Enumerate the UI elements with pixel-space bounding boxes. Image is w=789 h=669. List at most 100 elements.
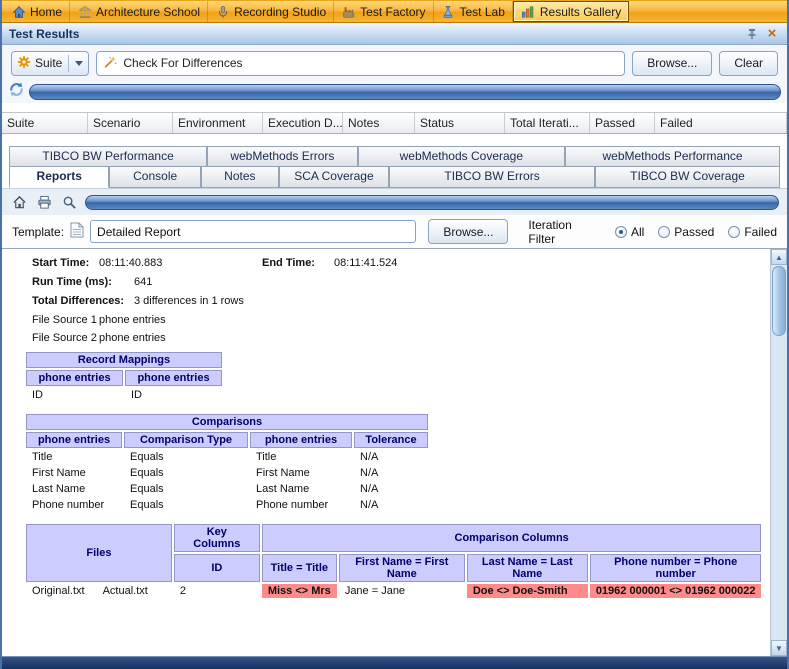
column-header-passed[interactable]: Passed xyxy=(590,113,655,133)
browse-button[interactable]: Browse... xyxy=(632,50,713,76)
run-time-value: 641 xyxy=(134,276,153,288)
column-header-scenario[interactable]: Scenario xyxy=(88,113,173,133)
search-icon[interactable] xyxy=(60,193,78,211)
start-time-label: Start Time: xyxy=(32,257,90,269)
scroll-down-button[interactable]: ▼ xyxy=(771,640,787,656)
comparison-cell: N/A xyxy=(360,451,379,463)
vertical-scrollbar[interactable]: ▲ ▼ xyxy=(770,249,787,656)
column-header-status[interactable]: Status xyxy=(415,113,505,133)
files-table: Files Key Columns Comparison Columns ID … xyxy=(24,522,763,600)
column-header-execution-date[interactable]: Execution D... xyxy=(263,113,343,133)
comparisons-title: Comparisons xyxy=(26,414,428,430)
column-header-notes[interactable]: Notes xyxy=(343,113,415,133)
scrollbar-thumb[interactable] xyxy=(772,266,786,336)
total-differences-label: Total Differences: xyxy=(32,295,125,307)
end-time-value: 08:11:41.524 xyxy=(334,257,398,269)
equal-cell-first-name: Jane = Jane xyxy=(344,585,406,597)
panel-title: Test Results xyxy=(9,26,80,41)
comparison-cell: First Name xyxy=(256,467,310,479)
comparison-sub-header: First Name = First Name xyxy=(338,554,465,582)
comparison-cell: Equals xyxy=(130,499,164,511)
comparison-cell: Equals xyxy=(130,451,164,463)
scroll-up-button[interactable]: ▲ xyxy=(771,249,787,265)
diff-cell-last-name: Doe <> Doe-Smith xyxy=(466,584,588,598)
tab-console[interactable]: Console xyxy=(109,166,201,188)
comparison-cell: N/A xyxy=(360,467,379,479)
pin-icon[interactable] xyxy=(744,26,760,42)
comparisons-table: Comparisons phone entries Comparison Typ… xyxy=(24,412,430,514)
radio-all-label: All xyxy=(630,224,645,239)
tab-webmethods-coverage[interactable]: webMethods Coverage xyxy=(357,146,566,166)
run-time-row: Run Time (ms): 641 xyxy=(32,276,770,288)
comparison-columns-header: Comparison Columns xyxy=(261,524,762,552)
tab-tibco-bw-coverage[interactable]: TIBCO BW Coverage xyxy=(594,166,780,188)
button-divider xyxy=(68,54,70,72)
nav-test-factory[interactable]: Test Factory xyxy=(334,1,434,22)
key-columns-header: Key Columns xyxy=(173,524,260,552)
file-1-name: Original.txt xyxy=(32,585,85,597)
run-time-label: Run Time (ms): xyxy=(32,276,112,288)
file-source-2-value: phone entries xyxy=(99,332,166,344)
radio-failed[interactable]: Failed xyxy=(728,225,777,239)
radio-passed-icon xyxy=(658,225,671,238)
comparison-cell: Last Name xyxy=(32,483,86,495)
radio-passed[interactable]: Passed xyxy=(658,225,714,239)
column-header-environment[interactable]: Environment xyxy=(173,113,263,133)
file-2-name: Actual.txt xyxy=(102,585,148,597)
results-grid-header: Suite Scenario Environment Execution D..… xyxy=(2,112,787,134)
tab-tibco-bw-errors[interactable]: TIBCO BW Errors xyxy=(389,166,595,188)
report-panel: Start Time: 08:11:40.883 End Time: 08:11… xyxy=(2,248,787,656)
print-icon[interactable] xyxy=(35,193,53,211)
total-differences-value: 3 differences in 1 rows xyxy=(134,295,244,307)
comparison-cell: Title xyxy=(32,451,53,463)
column-header-failed[interactable]: Failed xyxy=(655,113,787,133)
radio-failed-icon xyxy=(728,225,741,238)
comparison-cell: First Name xyxy=(32,467,86,479)
report-home-icon[interactable] xyxy=(10,193,28,211)
tab-notes[interactable]: Notes xyxy=(200,166,279,188)
tab-reports[interactable]: Reports xyxy=(9,166,110,188)
comparison-cell: Equals xyxy=(130,483,164,495)
nav-recording-studio[interactable]: Recording Studio xyxy=(208,1,335,22)
column-header-suite[interactable]: Suite xyxy=(2,113,88,133)
template-label: Template: xyxy=(12,224,65,239)
column-header-total-iterations[interactable]: Total Iterati... xyxy=(505,113,590,133)
document-icon[interactable] xyxy=(70,222,84,241)
file-source-2-label: File Source 2 xyxy=(32,332,97,344)
home-icon xyxy=(11,4,26,19)
template-bar: Template: Browse... Iteration Filter All… xyxy=(2,215,787,248)
record-mappings-table: Record Mappings phone entries phone entr… xyxy=(24,350,224,404)
nav-results-gallery[interactable]: Results Gallery xyxy=(512,1,630,22)
tab-sca-coverage[interactable]: SCA Coverage xyxy=(278,166,390,188)
close-icon[interactable]: × xyxy=(764,26,780,42)
magic-wand-icon xyxy=(103,55,117,72)
suite-toolbar: Suite Check For Differences Browse... Cl… xyxy=(2,45,787,81)
chevron-down-icon[interactable] xyxy=(75,60,84,66)
comparisons-header-source1: phone entries xyxy=(26,432,122,448)
tab-row-1: TIBCO BW Performance webMethods Errors w… xyxy=(9,146,780,166)
nav-home[interactable]: Home xyxy=(4,1,71,22)
tab-webmethods-performance[interactable]: webMethods Performance xyxy=(565,146,780,166)
nav-results-gallery-label: Results Gallery xyxy=(539,4,622,19)
files-cell: Original.txt Actual.txt xyxy=(26,584,172,598)
diff-cell-title: Miss <> Mrs xyxy=(261,584,337,598)
refresh-bar xyxy=(2,81,787,103)
comparisons-row: Phone number Equals Phone number N/A xyxy=(26,498,428,512)
tab-webmethods-errors[interactable]: webMethods Errors xyxy=(207,146,358,166)
comparison-cell: Title xyxy=(256,451,277,463)
suite-search-field[interactable]: Check For Differences xyxy=(96,50,626,76)
radio-all[interactable]: All xyxy=(614,224,645,239)
comparison-cell: N/A xyxy=(360,483,379,495)
refresh-icon[interactable] xyxy=(8,81,25,103)
template-input[interactable] xyxy=(90,220,417,243)
suite-button[interactable]: Suite xyxy=(11,50,90,76)
nav-test-lab[interactable]: Test Lab xyxy=(434,1,513,22)
nav-architecture-school[interactable]: Architecture School xyxy=(70,1,209,22)
total-differences-row: Total Differences: 3 differences in 1 ro… xyxy=(32,295,770,307)
difference-row: Original.txt Actual.txt 2 Miss <> Mrs Jan… xyxy=(26,584,762,598)
report-content: Start Time: 08:11:40.883 End Time: 08:11… xyxy=(2,249,770,656)
tab-tibco-bw-performance[interactable]: TIBCO BW Performance xyxy=(9,146,208,166)
decorative-gloss-bar xyxy=(29,84,781,100)
clear-button[interactable]: Clear xyxy=(719,50,778,76)
template-browse-button[interactable]: Browse... xyxy=(428,219,509,244)
